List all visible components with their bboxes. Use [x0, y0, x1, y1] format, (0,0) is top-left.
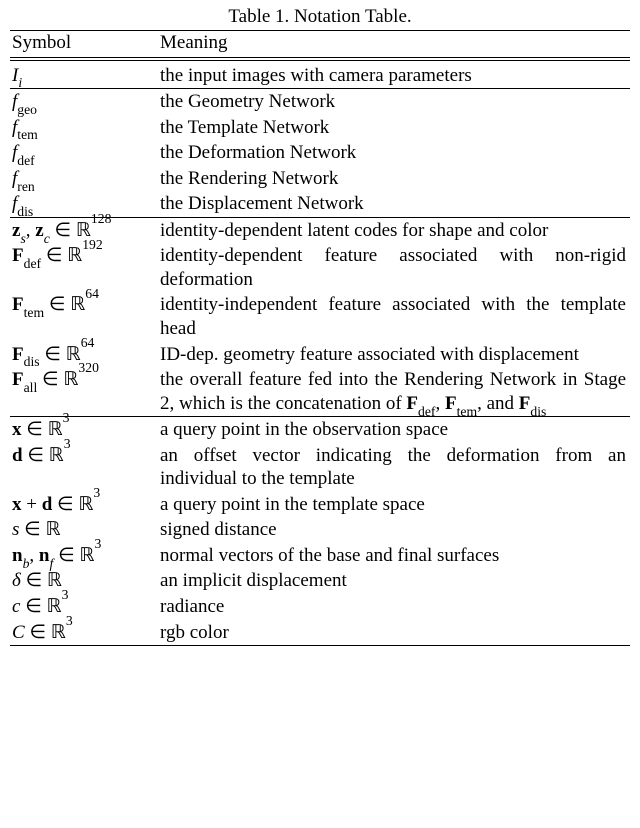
- meaning-cell: the input images with camera parameters: [158, 63, 630, 89]
- meaning-cell: the Geometry Network: [158, 89, 630, 115]
- meaning-cell: ID-dep. geometry feature associated with…: [158, 342, 630, 368]
- meaning-cell: an offset vector indicating the deformat…: [158, 443, 630, 492]
- table-row: x + d ∈ ℝ3a query point in the template …: [10, 492, 630, 518]
- symbol-cell: C ∈ ℝ3: [10, 620, 158, 646]
- table-row: Iithe input images with camera parameter…: [10, 63, 630, 89]
- symbol-cell: ftem: [10, 115, 158, 141]
- meaning-cell: the Template Network: [158, 115, 630, 141]
- table-row: zs, zc ∈ ℝ128identity-dependent latent c…: [10, 218, 630, 244]
- table-row: C ∈ ℝ3rgb color: [10, 620, 630, 646]
- meaning-cell: the Deformation Network: [158, 140, 630, 166]
- symbol-cell: x ∈ ℝ3: [10, 417, 158, 443]
- meaning-cell: radiance: [158, 594, 630, 620]
- symbol-cell: x + d ∈ ℝ3: [10, 492, 158, 518]
- notation-table: SymbolMeaningIithe input images with cam…: [10, 30, 630, 646]
- meaning-cell: a query point in the observation space: [158, 417, 630, 443]
- table-row: ftemthe Template Network: [10, 115, 630, 141]
- meaning-cell: the Displacement Network: [158, 191, 630, 217]
- table-header-row: SymbolMeaning: [10, 31, 630, 57]
- symbol-cell: Ii: [10, 63, 158, 89]
- table-row: nb, nf ∈ ℝ3normal vectors of the base an…: [10, 543, 630, 569]
- meaning-cell: rgb color: [158, 620, 630, 646]
- symbol-cell: Fall ∈ ℝ320: [10, 367, 158, 417]
- table-row: c ∈ ℝ3radiance: [10, 594, 630, 620]
- table-row: fgeothe Geometry Network: [10, 89, 630, 115]
- symbol-cell: Fdef ∈ ℝ192: [10, 243, 158, 292]
- symbol-cell: c ∈ ℝ3: [10, 594, 158, 620]
- table-row: fdefthe Deformation Network: [10, 140, 630, 166]
- table-caption: Table 1. Notation Table.: [10, 6, 630, 28]
- table-row: Ftem ∈ ℝ64identity-independent feature a…: [10, 292, 630, 341]
- table-row: x ∈ ℝ3a query point in the observation s…: [10, 417, 630, 443]
- meaning-cell: normal vectors of the base and final sur…: [158, 543, 630, 569]
- table-row: d ∈ ℝ3an offset vector indicating the de…: [10, 443, 630, 492]
- header-meaning: Meaning: [158, 31, 630, 57]
- symbol-cell: δ ∈ ℝ: [10, 568, 158, 594]
- meaning-cell: an implicit displacement: [158, 568, 630, 594]
- meaning-cell: signed distance: [158, 517, 630, 543]
- table-row: s ∈ ℝsigned distance: [10, 517, 630, 543]
- meaning-cell: the Rendering Network: [158, 166, 630, 192]
- table-row: Fdef ∈ ℝ192identity-dependent feature as…: [10, 243, 630, 292]
- table-row: δ ∈ ℝan implicit displacement: [10, 568, 630, 594]
- meaning-cell: identity-independent feature associated …: [158, 292, 630, 341]
- symbol-cell: fdis: [10, 191, 158, 217]
- meaning-cell: identity-dependent latent codes for shap…: [158, 218, 630, 244]
- symbol-cell: fgeo: [10, 89, 158, 115]
- symbol-cell: fdef: [10, 140, 158, 166]
- table-row: frenthe Rendering Network: [10, 166, 630, 192]
- meaning-cell: a query point in the template space: [158, 492, 630, 518]
- table-row: Fdis ∈ ℝ64ID-dep. geometry feature assoc…: [10, 342, 630, 368]
- symbol-cell: d ∈ ℝ3: [10, 443, 158, 492]
- meaning-cell: the overall feature fed into the Renderi…: [158, 367, 630, 417]
- table-row: Fall ∈ ℝ320the overall feature fed into …: [10, 367, 630, 417]
- meaning-cell: identity-dependent feature associated wi…: [158, 243, 630, 292]
- symbol-cell: nb, nf ∈ ℝ3: [10, 543, 158, 569]
- symbol-cell: fren: [10, 166, 158, 192]
- header-symbol: Symbol: [10, 31, 158, 57]
- symbol-cell: s ∈ ℝ: [10, 517, 158, 543]
